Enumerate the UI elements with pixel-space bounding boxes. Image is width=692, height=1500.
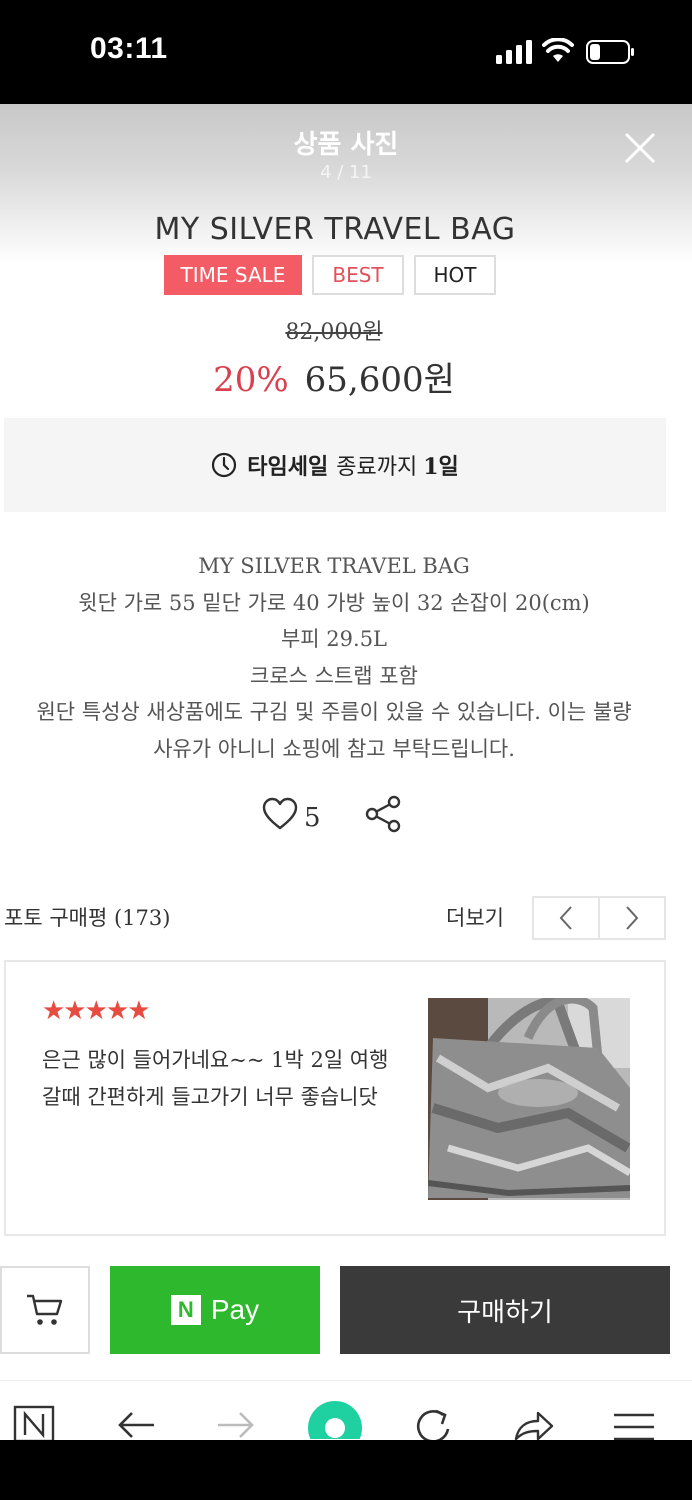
product-badges: TIME SALE BEST HOT [164,255,496,295]
review-text: 은근 많이 들어가네요~~ 1박 2일 여행갈때 간편하게 들고가기 너무 좋습… [42,1048,389,1109]
forward-arrow-icon[interactable] [214,1405,258,1441]
badge-hot: HOT [414,255,496,295]
heart-icon[interactable] [262,797,298,831]
gallery-title: 상품 사진 [293,130,399,160]
buy-now-button[interactable]: 구매하기 [340,1266,670,1354]
timesale-middle: 종료까지 [336,455,418,480]
product-actions: 5 [262,792,403,836]
description-line: 원단 특성상 새상품에도 구김 및 주름이 있을 수 있습니다. 이는 불량 [36,700,632,724]
product-name: MY SILVER TRAVEL BAG [154,212,516,247]
cart-icon [27,1294,63,1325]
npay-label: Pay [210,1294,260,1325]
chevron-left-icon [559,906,572,930]
timesale-banner: 타임세일 종료까지 1일 [4,418,666,512]
silver-bag-image [428,998,630,1200]
description-line: 부피 29.5L [280,627,388,651]
close-icon[interactable] [620,128,660,168]
description-line: 사유가 아니니 쇼핑에 참고 부탁드립니다. [153,736,515,761]
review-card[interactable]: ★★★★★ 은근 많이 들어가네요~~ 1박 2일 여행갈때 간편하게 들고가기… [4,960,666,1236]
chevron-right-icon [626,906,639,930]
timesale-label: 타임세일 [247,454,329,480]
more-reviews-link[interactable]: 더보기 [446,902,504,932]
badge-best: BEST [312,255,404,295]
naver-home-icon[interactable] [12,1405,56,1441]
badge-time-sale: TIME SALE [164,255,302,295]
prev-review-button[interactable] [534,898,598,938]
gallery-counter: 4 / 11 [320,162,372,183]
sale-price: 65,600원 [304,360,455,400]
timesale-remaining: 1일 [423,454,459,480]
screen: 03:11 상품 사진 4 / 11 MY SILVER TRAVEL BAG … [0,0,692,1500]
photo-review-title: 포토 구매평 (173) [4,906,171,930]
refresh-icon[interactable] [412,1405,456,1441]
browser-toolbar [0,1380,692,1441]
product-description: MY SILVER TRAVEL BAG 윗단 가로 55 밑단 가로 40 가… [0,548,668,767]
description-line: 윗단 가로 55 밑단 가로 40 가방 높이 32 손잡이 20(cm) [78,590,590,615]
menu-icon[interactable] [612,1405,656,1441]
battery-icon [586,40,634,64]
cart-button[interactable] [0,1266,90,1354]
bottom-black-strip [0,1440,692,1500]
discount-rate: 20% [213,360,289,400]
wifi-icon [542,38,574,62]
rating-stars: ★★★★★ [42,996,151,1026]
like-count: 5 [304,803,321,833]
review-photo[interactable] [428,998,630,1200]
cellular-signal-icon [496,40,532,64]
status-bar: 03:11 [0,0,692,104]
description-line: MY SILVER TRAVEL BAG [198,554,470,578]
price-line: 20% 65,600원 [0,352,668,401]
share-icon[interactable] [363,794,403,834]
original-price: 82,000원 [285,320,383,345]
clock-icon [212,452,237,478]
description-line: 크로스 스트랩 포함 [250,663,418,688]
npay-button[interactable]: N Pay [110,1266,320,1354]
naver-logo: N [170,1295,201,1325]
purchase-bar: N Pay 구매하기 [0,1266,692,1358]
review-pager [532,896,666,940]
green-circle-icon[interactable] [306,1399,364,1439]
next-review-button[interactable] [598,898,664,938]
status-time: 03:11 [90,32,168,65]
back-arrow-icon[interactable] [114,1405,158,1441]
share-arrow-icon[interactable] [512,1405,556,1441]
